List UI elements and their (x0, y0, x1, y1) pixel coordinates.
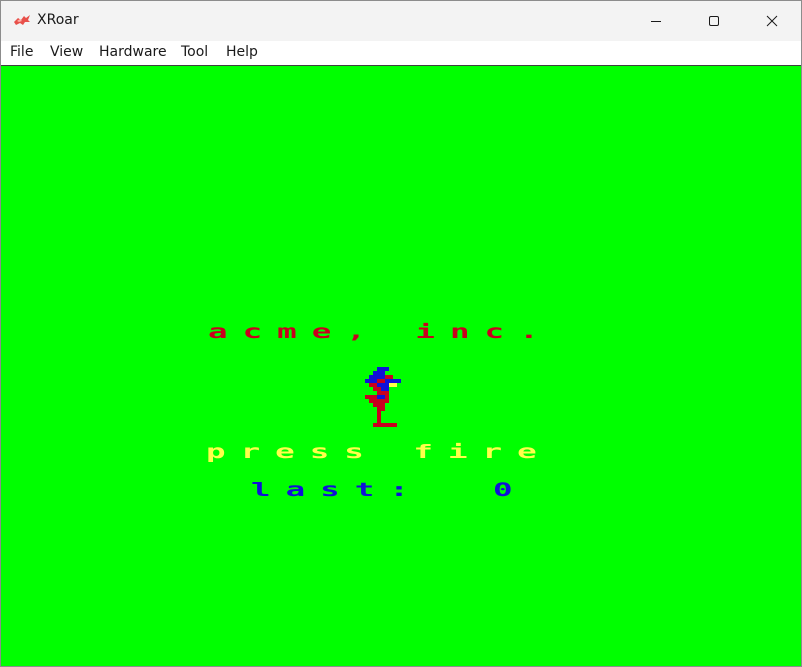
close-button[interactable] (743, 1, 801, 41)
menu-view[interactable]: View (50, 44, 83, 60)
menu-hardware[interactable]: Hardware (99, 44, 167, 60)
maximize-button[interactable] (685, 1, 743, 41)
window-title: XRoar (37, 12, 79, 28)
emulator-screen[interactable]: acme, inc. press fire last: 0 (1, 66, 801, 666)
minimize-button[interactable] (627, 1, 685, 41)
title-bar[interactable]: XRoar (1, 1, 801, 41)
menu-tool[interactable]: Tool (181, 44, 208, 60)
character-sprite (365, 367, 401, 427)
xroar-window: XRoar File View Hardware Tool Help acme,… (0, 0, 802, 667)
dragon-app-icon (14, 15, 30, 25)
score-value: 0 (492, 480, 528, 501)
minimize-icon (651, 21, 661, 22)
company-text: acme, inc. (208, 322, 554, 343)
menu-bar: File View Hardware Tool Help (1, 41, 801, 66)
press-fire-prompt: press fire (206, 442, 552, 463)
menu-file[interactable]: File (10, 44, 33, 60)
last-score: last: 0 (251, 480, 528, 501)
maximize-icon (709, 16, 719, 26)
score-label: last: (251, 480, 424, 501)
menu-help[interactable]: Help (226, 44, 258, 60)
close-icon (766, 15, 778, 27)
